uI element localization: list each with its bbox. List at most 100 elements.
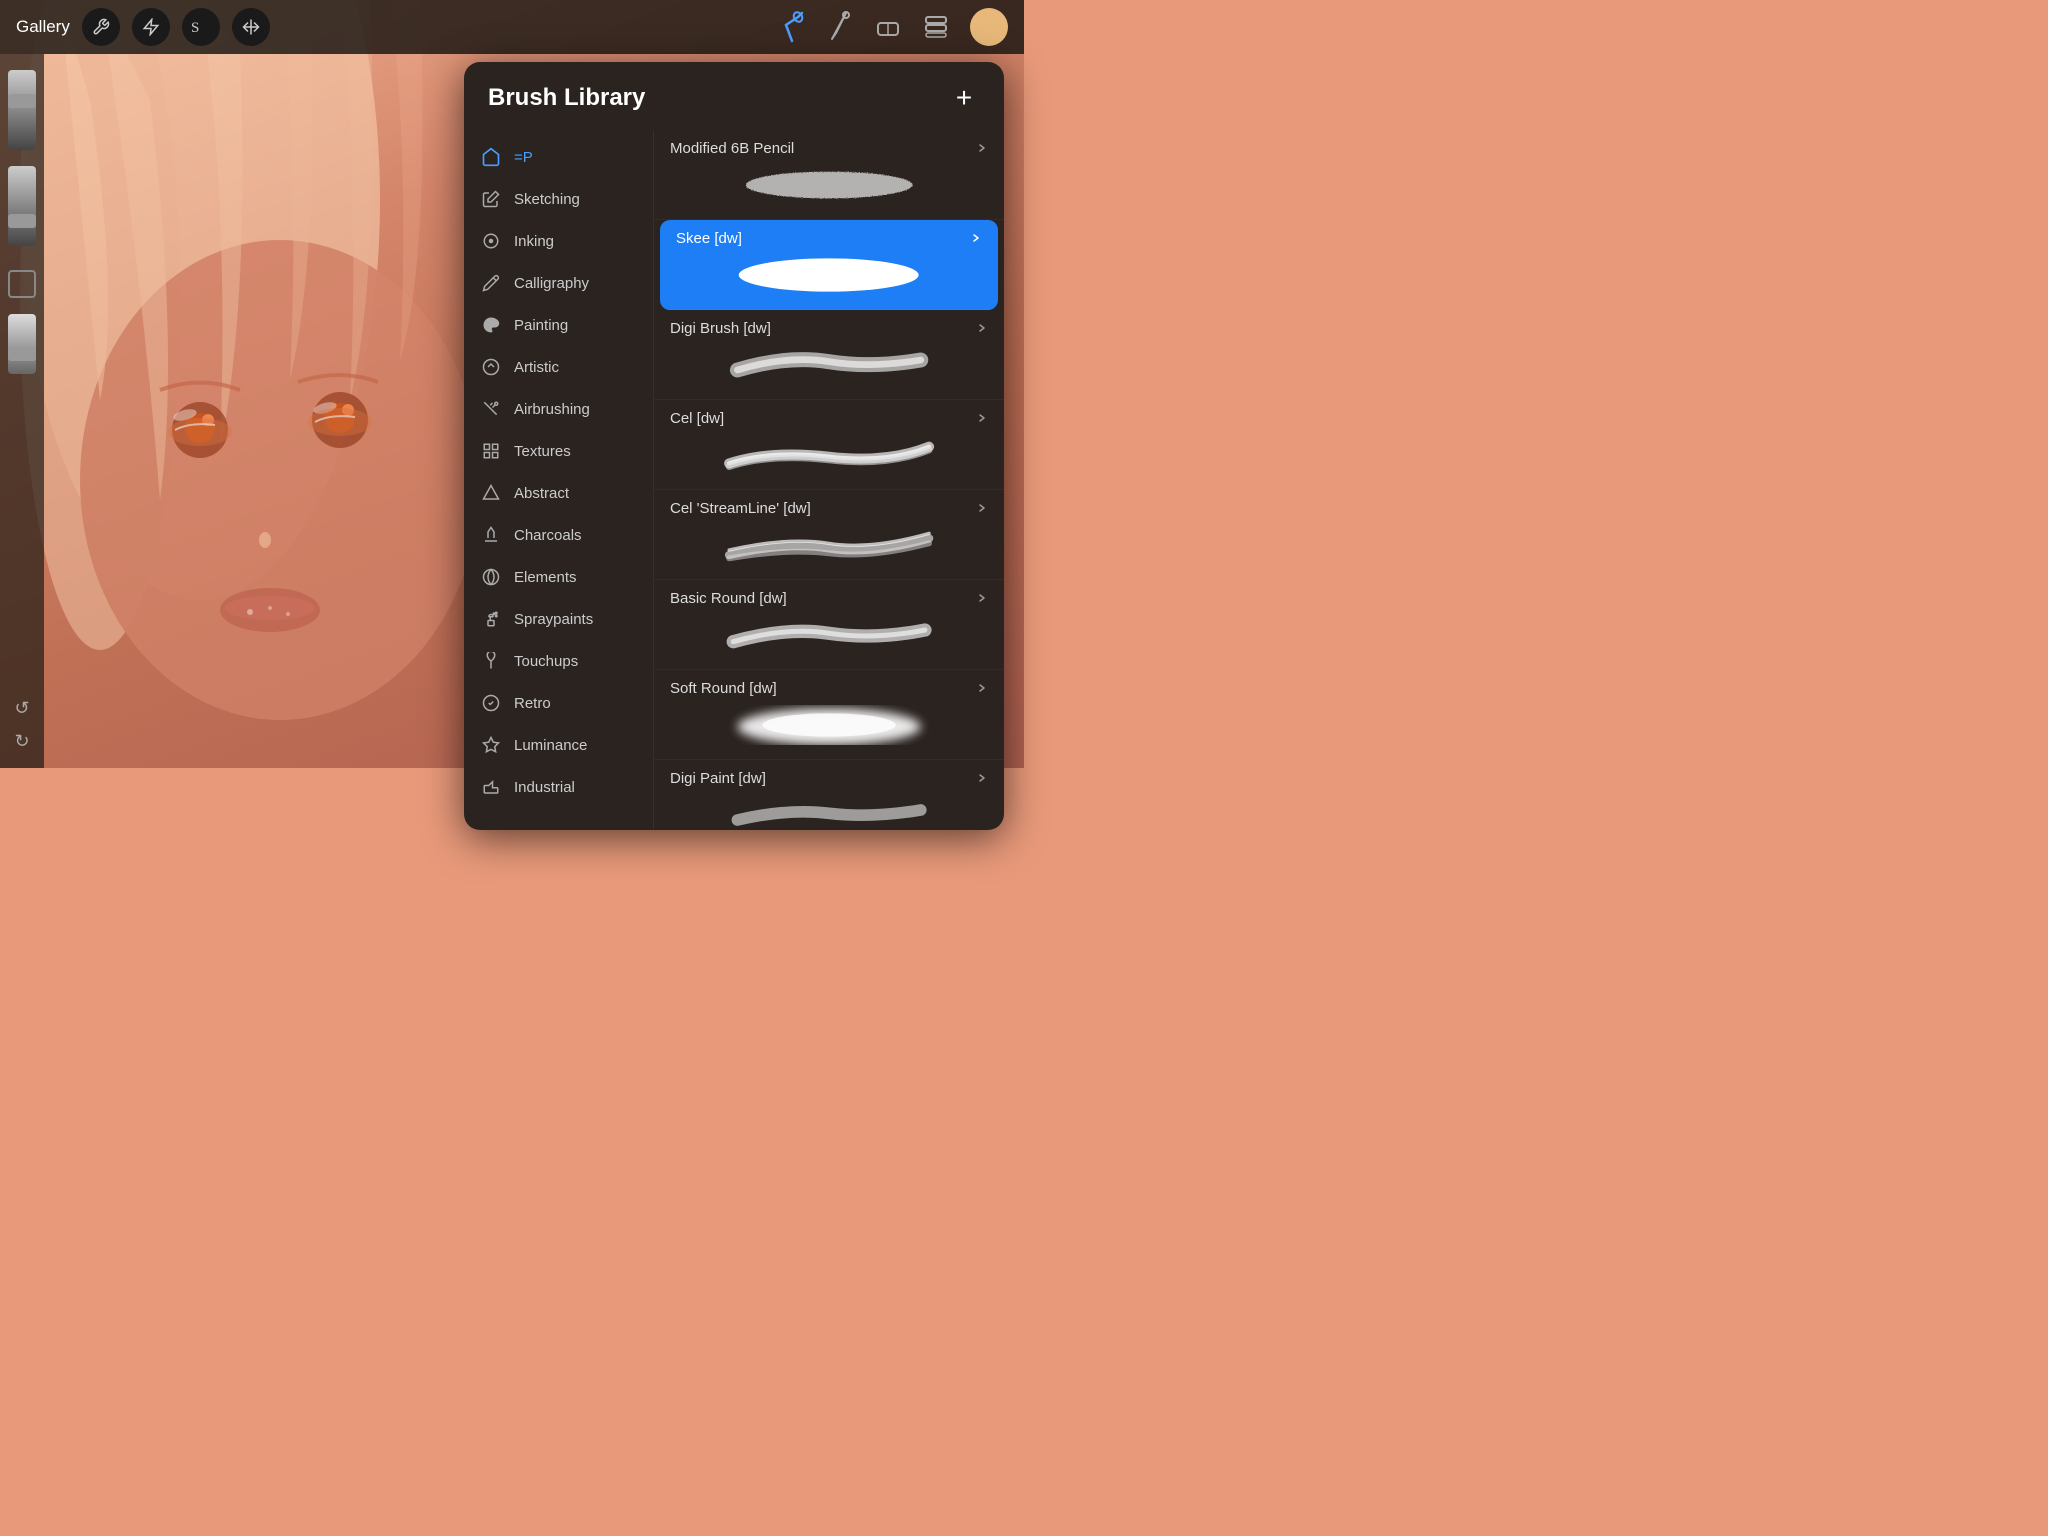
brush-item-cel--streamline---dw-[interactable]: Cel 'StreamLine' [dw]: [654, 490, 1004, 580]
size-slider[interactable]: [8, 166, 36, 246]
luminance-category-icon: [480, 734, 502, 756]
category-item-elements[interactable]: Elements: [464, 556, 653, 598]
brush-list: Modified 6B Pencil Skee [dw] Digi Brush [d…: [654, 130, 1004, 830]
texture-category-icon: [480, 440, 502, 462]
brush-preview: [670, 341, 988, 389]
brush-item-digi-paint--dw-[interactable]: Digi Paint [dw]: [654, 760, 1004, 830]
category-label-sketching: Sketching: [514, 191, 580, 208]
category-item-inking[interactable]: Inking: [464, 220, 653, 262]
brush-name: Skee [dw]: [676, 230, 742, 247]
airbrush-category-icon: [480, 398, 502, 420]
brush-chevron-icon: [976, 771, 988, 787]
calligraphy-category-icon: [480, 272, 502, 294]
color-slider[interactable]: [8, 314, 36, 374]
svg-text:S: S: [191, 20, 199, 36]
left-panel: ↺ ↻: [0, 54, 44, 768]
category-item-airbrushing[interactable]: Airbrushing: [464, 388, 653, 430]
artistic-category-icon: [480, 356, 502, 378]
ink-category-icon: [480, 230, 502, 252]
brush-chevron-icon: [976, 501, 988, 517]
category-label-touchups: Touchups: [514, 653, 578, 670]
toolbar-right: [778, 8, 1008, 46]
category-label-retro: Retro: [514, 695, 551, 712]
category-item-artistic[interactable]: Artistic: [464, 346, 653, 388]
brush-name: Digi Paint [dw]: [670, 770, 766, 787]
retro-category-icon: [480, 692, 502, 714]
category-item-luminance[interactable]: Luminance: [464, 724, 653, 766]
brush-item-skee--dw-[interactable]: Skee [dw]: [660, 220, 998, 310]
brush-name: Soft Round [dw]: [670, 680, 777, 697]
gallery-button[interactable]: Gallery: [16, 17, 70, 37]
category-item-industrial[interactable]: Industrial: [464, 766, 653, 808]
category-item-sketching[interactable]: Sketching: [464, 178, 653, 220]
brush-preview: [670, 701, 988, 749]
brush-name: Digi Brush [dw]: [670, 320, 771, 337]
category-item-retro[interactable]: Retro: [464, 682, 653, 724]
category-item-painting[interactable]: Painting: [464, 304, 653, 346]
toolbar-left: Gallery S: [16, 8, 270, 46]
category-list: =P Sketching Inking Calligraphy PaintingArti…: [464, 130, 654, 830]
category-item-charcoals[interactable]: Charcoals: [464, 514, 653, 556]
brush-item-soft-round--dw-[interactable]: Soft Round [dw]: [654, 670, 1004, 760]
spray-category-icon: [480, 608, 502, 630]
shape-button[interactable]: [8, 270, 36, 298]
category-item-recent[interactable]: =P: [464, 136, 653, 178]
abstract-category-icon: [480, 482, 502, 504]
transform-button[interactable]: [232, 8, 270, 46]
category-label-luminance: Luminance: [514, 737, 587, 754]
brush-preview: [670, 791, 988, 830]
industrial-category-icon: [480, 776, 502, 798]
brush-name: Cel 'StreamLine' [dw]: [670, 500, 811, 517]
category-label-inking: Inking: [514, 233, 554, 250]
category-label-charcoals: Charcoals: [514, 527, 582, 544]
opacity-slider[interactable]: [8, 70, 36, 150]
add-brush-button[interactable]: +: [948, 82, 980, 114]
category-item-touchups[interactable]: Touchups: [464, 640, 653, 682]
brush-library-body: =P Sketching Inking Calligraphy PaintingArti…: [464, 130, 1004, 830]
settings-button[interactable]: [82, 8, 120, 46]
pen-tool-icon[interactable]: [826, 11, 854, 43]
layers-tool-icon[interactable]: [922, 13, 950, 41]
brush-chevron-icon: [976, 141, 988, 157]
cursor-icon: [242, 18, 260, 36]
category-label-industrial: Industrial: [514, 779, 575, 796]
category-item-spraypaints[interactable]: Spraypaints: [464, 598, 653, 640]
user-avatar[interactable]: [970, 8, 1008, 46]
brush-preview: [670, 611, 988, 659]
brush-item-basic-round--dw-[interactable]: Basic Round [dw]: [654, 580, 1004, 670]
brush-library-header: Brush Library +: [464, 62, 1004, 130]
category-label-calligraphy: Calligraphy: [514, 275, 589, 292]
brush-preview: [670, 431, 988, 479]
category-label-recent: =P: [514, 149, 533, 166]
category-label-elements: Elements: [514, 569, 577, 586]
brush-name: Cel [dw]: [670, 410, 724, 427]
modify-button[interactable]: [132, 8, 170, 46]
brush-chevron-icon: [976, 321, 988, 337]
brush-name: Basic Round [dw]: [670, 590, 787, 607]
category-label-airbrushing: Airbrushing: [514, 401, 590, 418]
brush-preview: [670, 161, 988, 209]
eraser-tool-icon[interactable]: [874, 13, 902, 41]
charcoal-category-icon: [480, 524, 502, 546]
category-label-spraypaints: Spraypaints: [514, 611, 593, 628]
elements-category-icon: [480, 566, 502, 588]
bottom-controls: ↺ ↻: [14, 698, 29, 752]
category-item-textures[interactable]: Textures: [464, 430, 653, 472]
brush-preview: [676, 251, 982, 299]
brush-item-digi-brush--dw-[interactable]: Digi Brush [dw]: [654, 310, 1004, 400]
brush-chevron-icon: [976, 591, 988, 607]
brush-chevron-icon: [970, 231, 982, 247]
redo-icon[interactable]: ↻: [14, 731, 29, 752]
top-toolbar: Gallery S: [0, 0, 1024, 54]
brush-item-cel--dw-[interactable]: Cel [dw]: [654, 400, 1004, 490]
brush-library-panel: Brush Library + =P Sketching Inking Calligr…: [464, 62, 1004, 830]
category-item-calligraphy[interactable]: Calligraphy: [464, 262, 653, 304]
brush-name: Modified 6B Pencil: [670, 140, 794, 157]
smudge-button[interactable]: S: [182, 8, 220, 46]
category-item-abstract[interactable]: Abstract: [464, 472, 653, 514]
wrench-icon: [92, 18, 110, 36]
brush-tool-icon[interactable]: [778, 11, 806, 43]
undo-icon[interactable]: ↺: [14, 698, 29, 719]
brush-item-modified-6b-pencil[interactable]: Modified 6B Pencil: [654, 130, 1004, 220]
brush-chevron-icon: [976, 411, 988, 427]
